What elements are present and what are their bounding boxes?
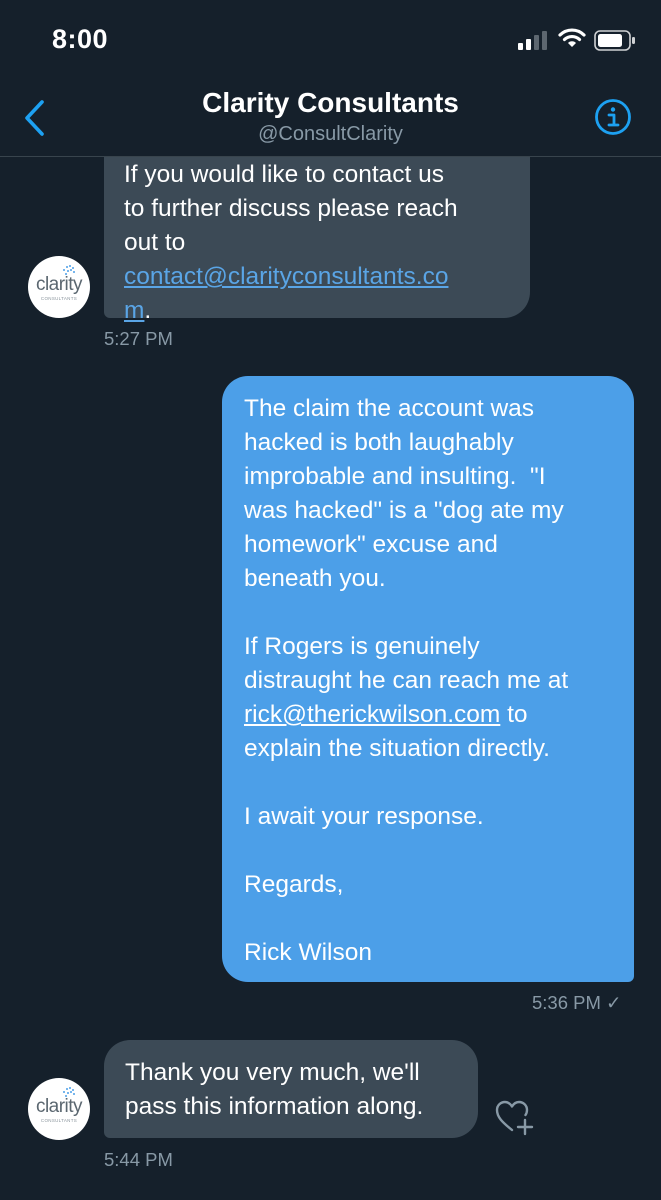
outgoing-message-bubble[interactable]: The claim the account was hacked is both…: [222, 376, 634, 982]
signal-icon: [518, 31, 547, 50]
avatar-logo-subtext: CONSULTANTS: [40, 296, 78, 301]
conversation-handle[interactable]: @ConsultClarity: [0, 123, 661, 146]
email-link[interactable]: rick@therickwilson.com: [244, 701, 500, 728]
status-time: 8:00: [52, 24, 109, 54]
message-paragraph: I await your response.: [244, 803, 484, 830]
wifi-icon: [558, 28, 586, 47]
message-timestamp: 5:36 PM ✓: [532, 992, 622, 1013]
like-heart-add-icon[interactable]: [494, 1098, 536, 1136]
conversation-title[interactable]: Clarity Consultants: [0, 87, 661, 119]
message-timestamp: 5:44 PM: [104, 1149, 173, 1170]
message-paragraph: The claim the account was hacked is both…: [244, 395, 564, 592]
message-text: Thank you very much, we'll pass this inf…: [125, 1059, 424, 1120]
avatar-logo-subtext: CONSULTANTS: [40, 1118, 78, 1123]
message-signature: Rick Wilson: [244, 939, 372, 966]
email-link[interactable]: contact@clarityconsultants.co: [124, 263, 448, 290]
message-thread[interactable]: If you would like to contact us to furth…: [0, 0, 661, 1200]
message-paragraph: Regards,: [244, 871, 344, 898]
dm-conversation-screen: If you would like to contact us to furth…: [0, 0, 661, 1200]
email-link-continued[interactable]: m: [124, 297, 144, 324]
battery-icon: [594, 30, 635, 51]
sender-avatar[interactable]: clarity CONSULTANTS: [28, 256, 90, 318]
read-checkmark-icon: ✓: [606, 992, 622, 1013]
sender-avatar[interactable]: clarity CONSULTANTS: [28, 1078, 90, 1140]
status-bar: 8:00: [0, 0, 661, 80]
message-paragraph: If Rogers is genuinely distraught he can…: [244, 633, 569, 762]
conversation-header: Clarity Consultants @ConsultClarity: [0, 80, 661, 157]
avatar-logo-text: clarity: [35, 1096, 83, 1117]
message-text: If you would like to contact us to furth…: [124, 161, 458, 324]
info-icon[interactable]: [594, 98, 632, 136]
incoming-message-bubble[interactable]: Thank you very much, we'll pass this inf…: [104, 1040, 478, 1138]
avatar-logo-text: clarity: [35, 274, 83, 295]
message-timestamp: 5:27 PM: [104, 328, 173, 349]
